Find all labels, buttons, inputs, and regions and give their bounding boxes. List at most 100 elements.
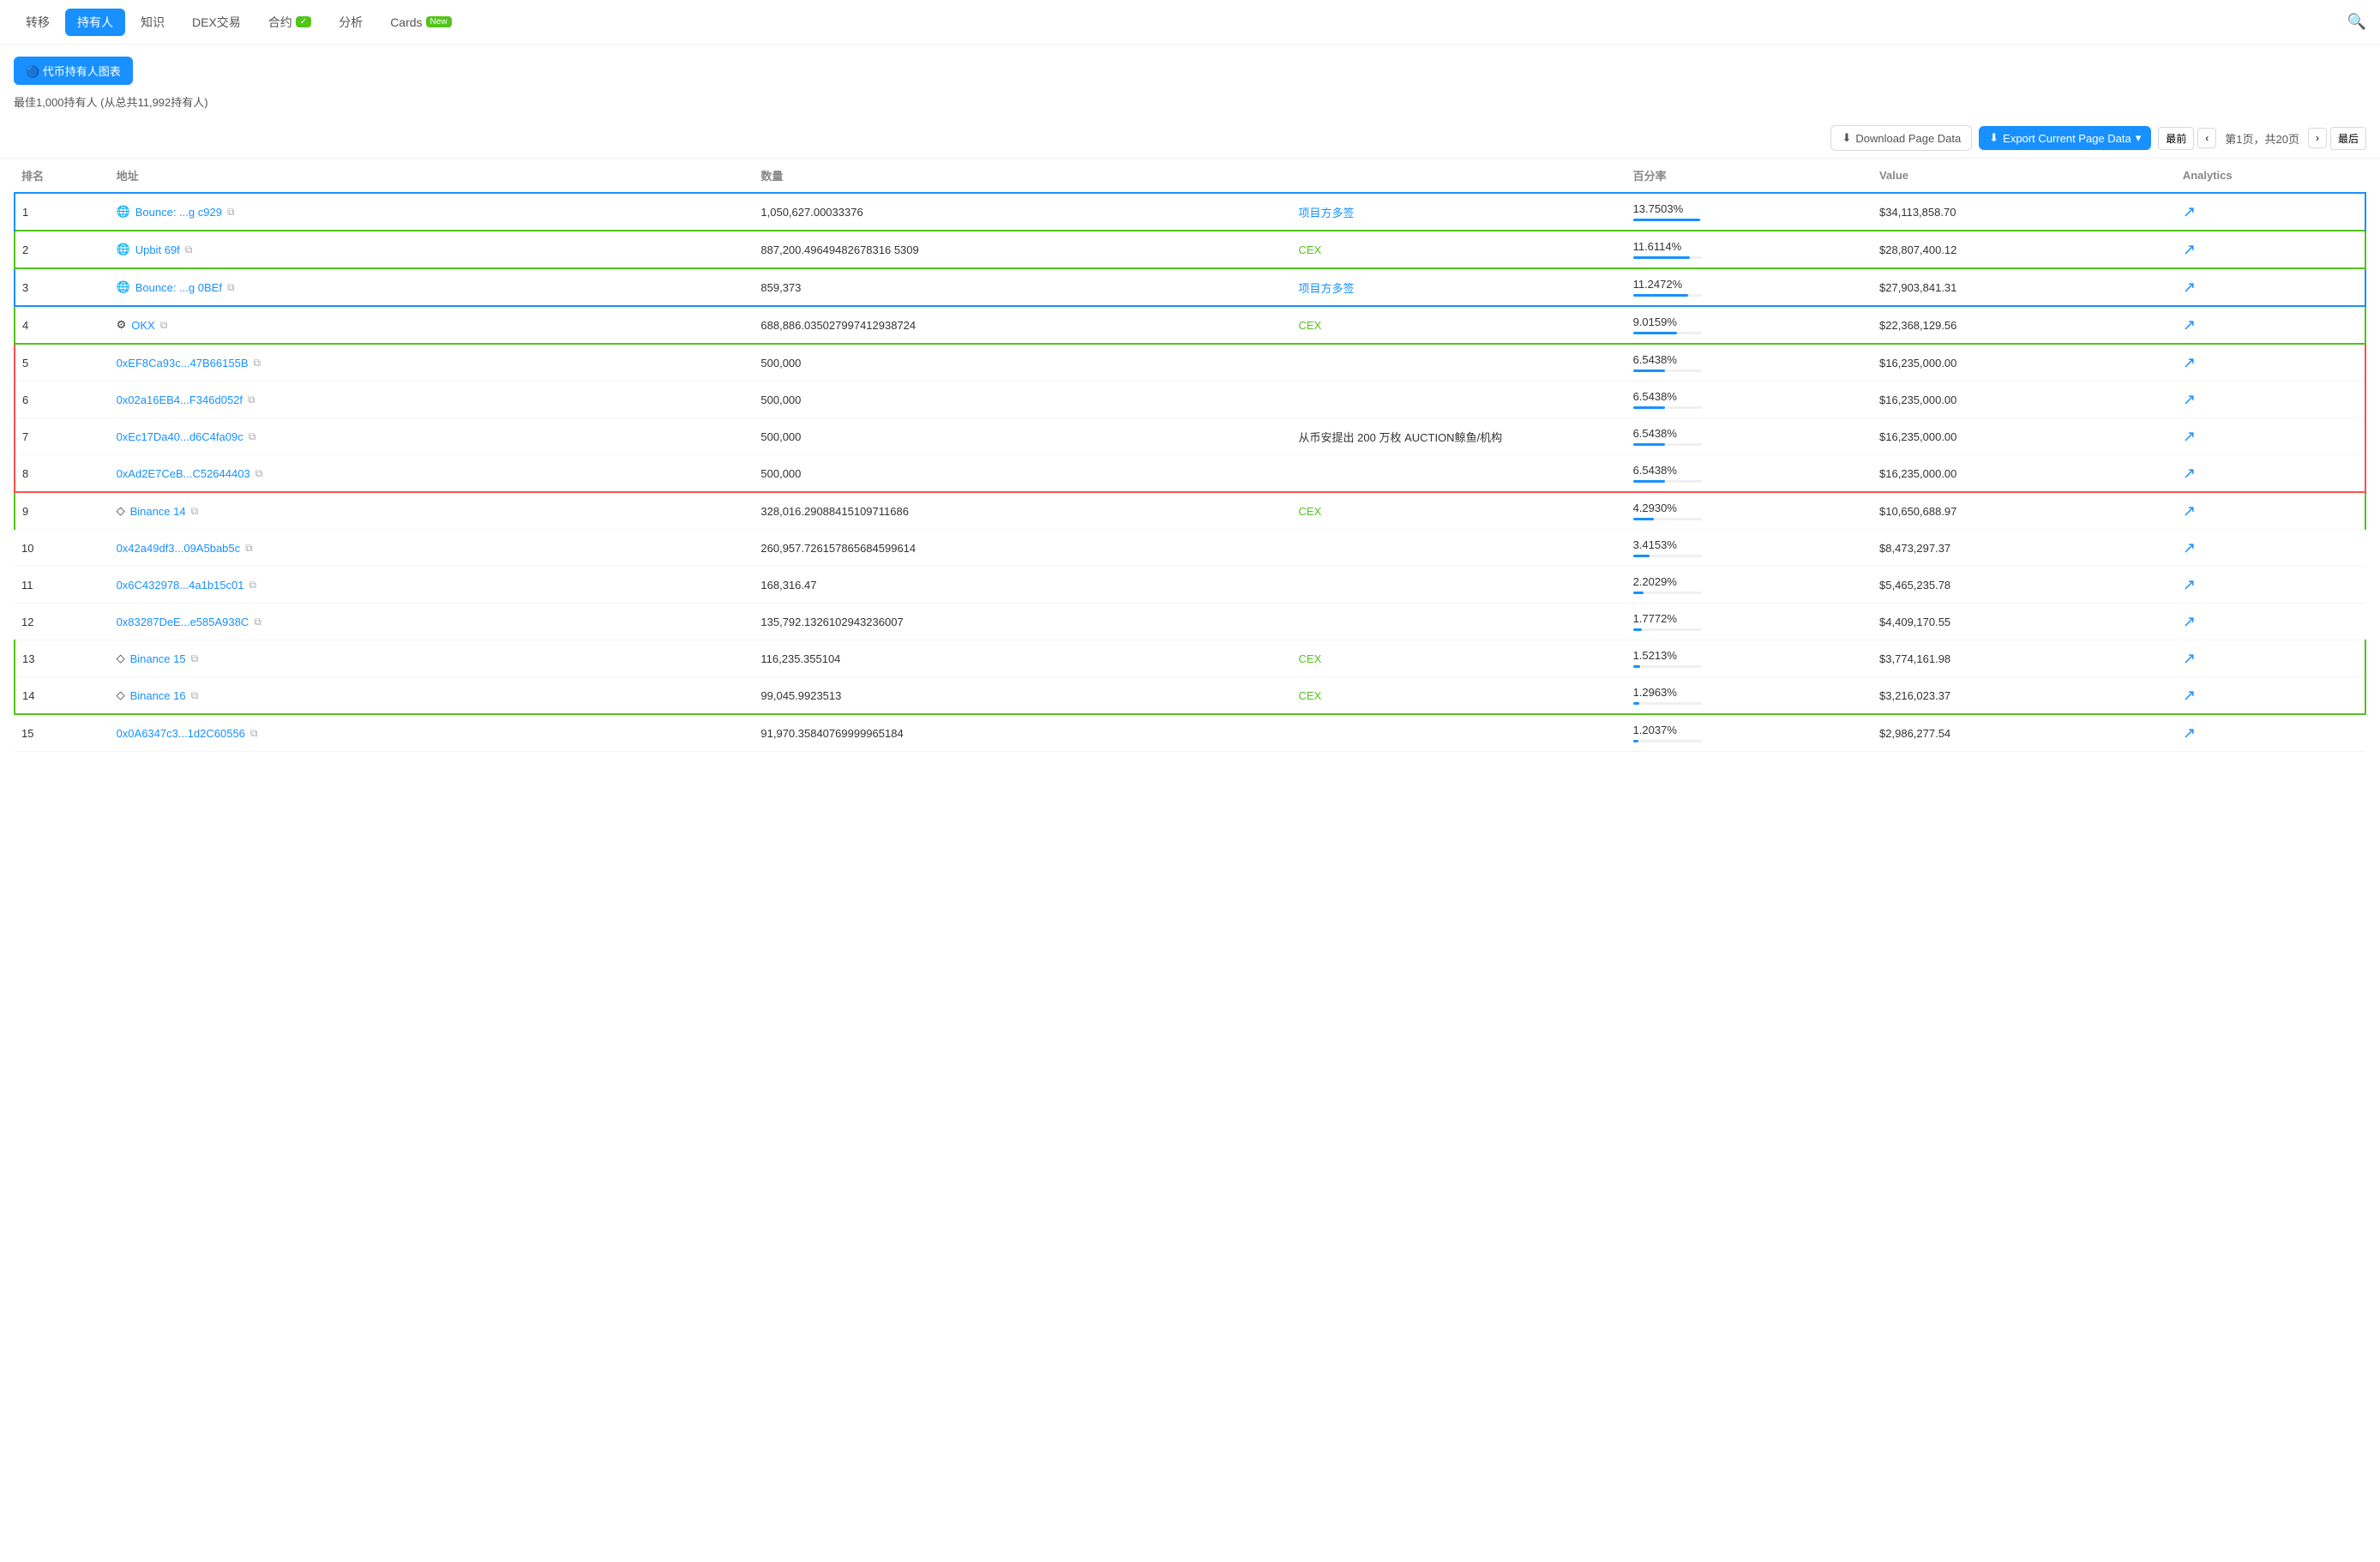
analytics-chart-icon[interactable]: ↗ [2183, 428, 2196, 445]
analytics-chart-icon[interactable]: ↗ [2183, 687, 2196, 704]
copy-icon[interactable]: ⧉ [249, 430, 256, 443]
percent-text: 6.5438% [1633, 353, 1866, 366]
address-text[interactable]: 0xAd2E7CeB...C52644403 [117, 467, 250, 480]
cell-analytics: ↗ [2176, 306, 2365, 344]
download-label: Download Page Data [1855, 132, 1961, 145]
address-text[interactable]: 0xEF8Ca93c...47B66155B [117, 357, 249, 369]
progress-bar [1633, 555, 1650, 557]
pagination-first[interactable]: 最前 [2158, 127, 2194, 150]
address-text[interactable]: Binance 14 [130, 505, 186, 518]
address-text[interactable]: Bounce: ...g 0BEf [135, 281, 222, 294]
nav-item-analysis[interactable]: 分析 [327, 9, 375, 36]
nav-item-holders[interactable]: 持有人 [65, 9, 125, 36]
percent-text: 2.2029% [1633, 575, 1866, 588]
pagination-last[interactable]: 最后 [2330, 127, 2366, 150]
row-label-text: CEX [1299, 689, 1322, 702]
address-text[interactable]: 0x02a16EB4...F346d052f [117, 394, 243, 406]
cell-value: $16,235,000.00 [1872, 418, 2176, 455]
analytics-chart-icon[interactable]: ↗ [2183, 279, 2196, 296]
address-text[interactable]: 0x42a49df3...09A5bab5c [117, 542, 241, 555]
nav-item-cards[interactable]: Cards New [378, 10, 463, 34]
copy-icon[interactable]: ⧉ [249, 579, 256, 592]
nav-item-contract[interactable]: 合约 ✓ [256, 9, 323, 36]
download-button[interactable]: ⬇ Download Page Data [1830, 125, 1972, 151]
export-dropdown-icon: ▾ [2136, 131, 2142, 145]
cell-percent: 11.2472% [1626, 268, 1872, 306]
copy-icon[interactable]: ⧉ [185, 243, 193, 256]
analytics-chart-icon[interactable]: ↗ [2183, 539, 2196, 556]
pagination-next[interactable]: › [2308, 128, 2327, 148]
copy-icon[interactable]: ⧉ [191, 652, 199, 665]
nav-label-analysis: 分析 [339, 14, 363, 31]
analytics-chart-icon[interactable]: ↗ [2183, 203, 2196, 220]
address-text[interactable]: Bounce: ...g c929 [135, 206, 222, 219]
percent-text: 13.7503% [1633, 202, 1866, 215]
analytics-chart-icon[interactable]: ↗ [2183, 502, 2196, 520]
analytics-chart-icon[interactable]: ↗ [2183, 316, 2196, 333]
cell-quantity: 688,886.035027997412938724 [754, 306, 1284, 344]
cell-analytics: ↗ [2176, 344, 2365, 381]
nav-item-transfer[interactable]: 转移 [14, 9, 62, 36]
chart-button-label: 🔵 代币持有人图表 [26, 63, 121, 79]
analytics-chart-icon[interactable]: ↗ [2183, 724, 2196, 742]
copy-icon[interactable]: ⧉ [248, 394, 255, 406]
chart-button[interactable]: 🔵 代币持有人图表 [14, 57, 133, 85]
address-text[interactable]: 0x0A6347c3...1d2C60556 [117, 727, 245, 740]
percent-text: 9.0159% [1633, 315, 1866, 328]
address-text[interactable]: 0xEc17Da40...d6C4fa09c [117, 430, 243, 443]
cell-row-label [1285, 604, 1626, 640]
copy-icon[interactable]: ⧉ [191, 505, 199, 518]
copy-icon[interactable]: ⧉ [254, 616, 261, 628]
cell-rank: 11 [15, 567, 110, 604]
address-icon: ⚙ [117, 318, 127, 332]
copy-icon[interactable]: ⧉ [250, 727, 258, 740]
address-text[interactable]: OKX [131, 319, 154, 332]
analytics-chart-icon[interactable]: ↗ [2183, 613, 2196, 630]
progress-bar-wrap [1633, 406, 1702, 409]
cell-rank: 10 [15, 530, 110, 567]
copy-icon[interactable]: ⧉ [227, 281, 235, 294]
analytics-chart-icon[interactable]: ↗ [2183, 241, 2196, 258]
nav-item-dex[interactable]: DEX交易 [180, 9, 253, 36]
copy-icon[interactable]: ⧉ [227, 206, 235, 219]
address-text[interactable]: 0x6C432978...4a1b15c01 [117, 579, 244, 592]
copy-icon[interactable]: ⧉ [245, 542, 253, 555]
cell-analytics: ↗ [2176, 530, 2365, 567]
analytics-chart-icon[interactable]: ↗ [2183, 391, 2196, 408]
address-text[interactable]: Upbit 69f [135, 243, 180, 256]
percent-text: 11.2472% [1633, 278, 1866, 291]
table-row: 13◇Binance 15⧉116,235.355104CEX1.5213%$3… [15, 640, 2365, 677]
export-icon: ⬇ [1989, 131, 1998, 145]
address-text[interactable]: Binance 16 [130, 689, 186, 702]
export-button[interactable]: ⬇ Export Current Page Data ▾ [1979, 126, 2151, 150]
cell-rank: 1 [15, 193, 110, 231]
toolbar: 🔵 代币持有人图表 最佳1,000持有人 (从总共11,992持有人) [0, 45, 2380, 118]
cell-value: $22,368,129.56 [1872, 306, 2176, 344]
cell-row-label [1285, 381, 1626, 418]
pagination-prev[interactable]: ‹ [2197, 128, 2216, 148]
search-icon[interactable]: 🔍 [2347, 13, 2366, 31]
nav-label-contract: 合约 [268, 14, 292, 31]
copy-icon[interactable]: ⧉ [160, 319, 168, 332]
analytics-chart-icon[interactable]: ↗ [2183, 650, 2196, 667]
table-row: 3🌐Bounce: ...g 0BEf⧉859,373项目方多签11.2472%… [15, 268, 2365, 306]
address-icon: ◇ [117, 504, 125, 518]
copy-icon[interactable]: ⧉ [254, 357, 261, 369]
cell-rank: 7 [15, 418, 110, 455]
analytics-chart-icon[interactable]: ↗ [2183, 354, 2196, 371]
percent-text: 6.5438% [1633, 390, 1866, 403]
address-text[interactable]: Binance 15 [130, 652, 186, 665]
cell-address: 0x6C432978...4a1b15c01 ⧉ [110, 567, 754, 604]
cell-analytics: ↗ [2176, 193, 2365, 231]
analytics-chart-icon[interactable]: ↗ [2183, 576, 2196, 593]
analytics-chart-icon[interactable]: ↗ [2183, 465, 2196, 482]
copy-icon[interactable]: ⧉ [191, 689, 199, 702]
progress-bar-wrap [1633, 256, 1702, 259]
cell-value: $34,113,858.70 [1872, 193, 2176, 231]
table-row: 80xAd2E7CeB...C52644403⧉500,0006.5438%$1… [15, 455, 2365, 493]
cell-percent: 13.7503% [1626, 193, 1872, 231]
copy-icon[interactable]: ⧉ [255, 467, 263, 480]
cell-rank: 14 [15, 677, 110, 715]
nav-item-knowledge[interactable]: 知识 [129, 9, 177, 36]
address-text[interactable]: 0x83287DeE...e585A938C [117, 616, 249, 628]
